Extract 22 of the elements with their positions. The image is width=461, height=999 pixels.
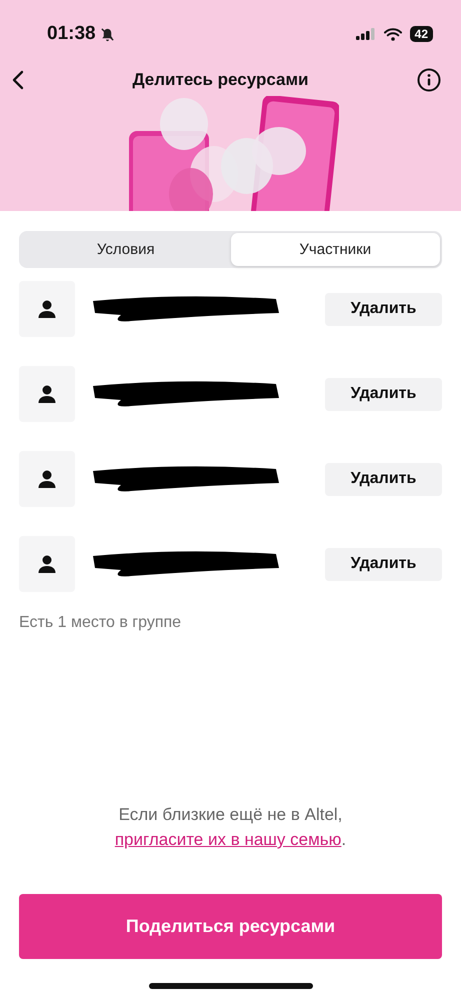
person-icon [37, 469, 57, 489]
person-icon [37, 299, 57, 319]
muted-bell-icon [100, 26, 115, 42]
person-icon [37, 384, 57, 404]
free-slot-note: Есть 1 место в группе [19, 614, 182, 632]
invite-text: Если близкие ещё не в Altel, пригласите их в нашу семью. [114, 804, 348, 851]
remove-button[interactable]: Удалить [325, 462, 442, 496]
tab[interactable]: Участники [230, 233, 440, 266]
share-resources-button[interactable]: Поделиться ресурсами [19, 894, 442, 959]
back-icon[interactable] [12, 70, 24, 90]
battery-level: 42 [410, 26, 433, 42]
remove-button[interactable]: Удалить [325, 292, 442, 326]
tab[interactable]: Условия [21, 233, 230, 266]
signal-icon [356, 28, 376, 40]
remove-button[interactable]: Удалить [325, 548, 442, 580]
invite-link[interactable]: пригласите их в нашу семью [114, 830, 342, 849]
person-icon [37, 554, 57, 574]
remove-button[interactable]: Удалить [325, 378, 442, 410]
status-time: 01:38 [47, 23, 96, 45]
info-icon[interactable] [416, 68, 441, 92]
page-title: Делитесь ресурсами [132, 70, 309, 90]
wifi-icon [384, 28, 402, 40]
